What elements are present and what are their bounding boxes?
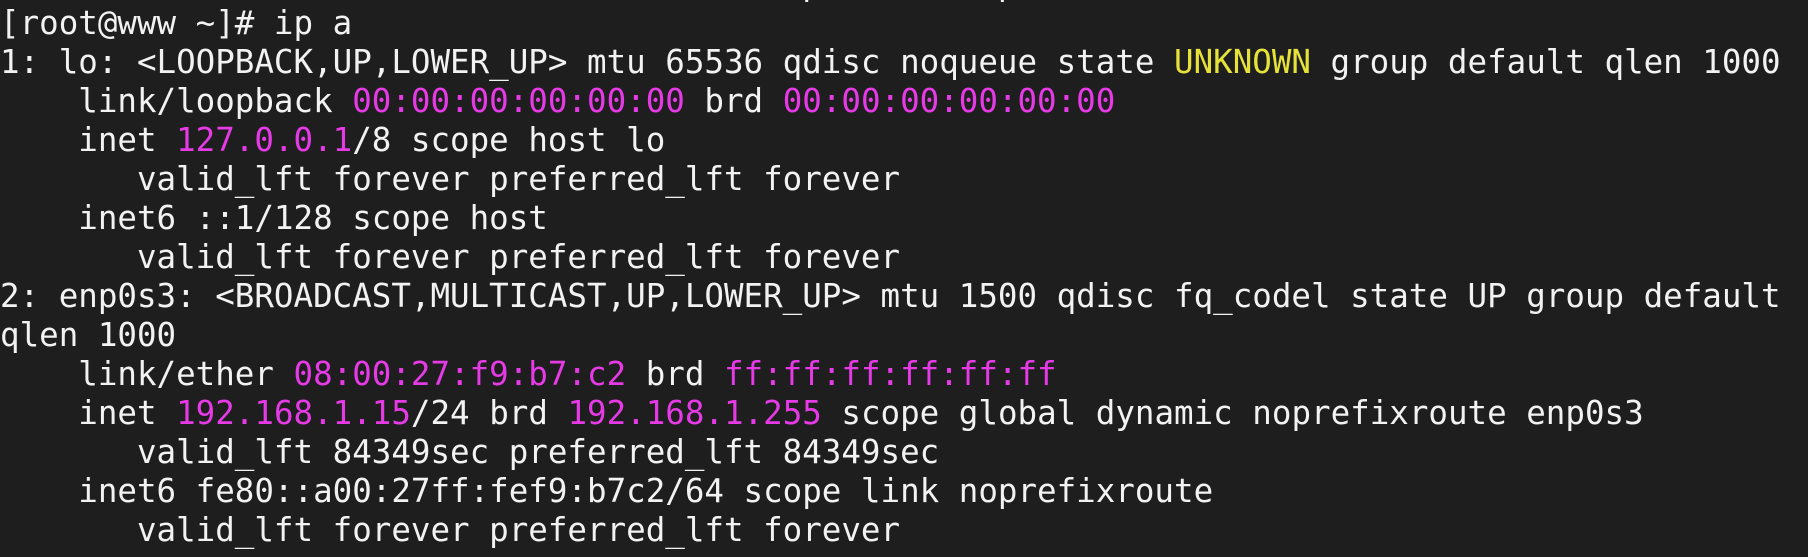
terminal-text-segment: valid_lft forever preferred_lft forever bbox=[0, 238, 901, 276]
terminal-output[interactable]: inet6 fe80::a00:27ff:fef9:b7c2/64 scope … bbox=[0, 0, 1808, 557]
terminal-line-lo-inet-valid: valid_lft forever preferred_lft forever bbox=[0, 160, 1808, 199]
terminal-text-segment: 08:00:27:f9:b7:c2 bbox=[293, 355, 627, 393]
terminal-text-segment: /8 scope host lo bbox=[352, 121, 666, 159]
terminal-line-enp0s3-qlen: qlen 1000 bbox=[0, 316, 1808, 355]
terminal-text-segment: /24 brd bbox=[410, 394, 568, 432]
terminal-text-segment: inet6 ::1/128 scope host bbox=[0, 199, 548, 237]
terminal-line-enp0s3-inet6-valid: valid_lft forever preferred_lft forever bbox=[0, 511, 1808, 550]
terminal-line-lo-link: link/loopback 00:00:00:00:00:00 brd 00:0… bbox=[0, 82, 1808, 121]
terminal-text-segment: inet bbox=[0, 121, 177, 159]
terminal-text-segment: 192.168.1.15 bbox=[176, 394, 411, 432]
terminal-text-segment: 2: enp0s3: <BROADCAST,MULTICAST,UP,LOWER… bbox=[0, 277, 1781, 315]
terminal-text-segment: valid_lft forever preferred_lft forever bbox=[0, 511, 901, 549]
terminal-text-segment: inet6 bbox=[78, 0, 176, 3]
terminal-text-segment: ff:ff:ff:ff:ff:ff bbox=[723, 355, 1057, 393]
terminal-text-segment: 127.0.0.1 bbox=[176, 121, 353, 159]
terminal-line-enp0s3-link: link/ether 08:00:27:f9:b7:c2 brd ff:ff:f… bbox=[0, 355, 1808, 394]
terminal-text-segment: group default qlen 1000 bbox=[1310, 43, 1781, 81]
terminal-text-segment: brd bbox=[626, 355, 724, 393]
terminal-line-enp0s3-inet: inet 192.168.1.15/24 brd 192.168.1.255 s… bbox=[0, 394, 1808, 433]
terminal-line-lo-inet6-valid: valid_lft forever preferred_lft forever bbox=[0, 238, 1808, 277]
terminal-line-lo-inet6: inet6 ::1/128 scope host bbox=[0, 199, 1808, 238]
terminal-text-segment: 192.168.1.255 bbox=[567, 394, 822, 432]
terminal-line-enp0s3-inet6: inet6 fe80::a00:27ff:fef9:b7c2/64 scope … bbox=[0, 472, 1808, 511]
terminal-text-segment: scope global dynamic noprefixroute enp0s… bbox=[821, 394, 1644, 432]
terminal-text-segment: inet bbox=[0, 394, 177, 432]
terminal-line-enp0s3-header: 2: enp0s3: <BROADCAST,MULTICAST,UP,LOWER… bbox=[0, 277, 1808, 316]
terminal-text-segment: [root@www ~]# ip a bbox=[0, 4, 353, 42]
terminal-text-segment: qlen 1000 bbox=[0, 316, 177, 354]
terminal-text-segment: valid_lft 84349sec preferred_lft 84349se… bbox=[0, 433, 940, 471]
terminal-text-segment: brd bbox=[684, 82, 783, 120]
terminal-text-segment: link/ether bbox=[0, 355, 294, 393]
terminal-line-enp0s3-inet-valid: valid_lft 84349sec preferred_lft 84349se… bbox=[0, 433, 1808, 472]
terminal-text-segment: valid_lft forever preferred_lft forever bbox=[0, 160, 901, 198]
terminal-text-segment: link/loopback bbox=[0, 82, 353, 120]
terminal-text-segment: inet6 fe80::a00:27ff:fef9:b7c2/64 scope … bbox=[0, 472, 1214, 510]
terminal-line-lo-inet: inet 127.0.0.1/8 scope host lo bbox=[0, 121, 1808, 160]
terminal-line-prompt-line: [root@www ~]# ip a bbox=[0, 4, 1808, 43]
terminal-line-lo-header: 1: lo: <LOOPBACK,UP,LOWER_UP> mtu 65536 … bbox=[0, 43, 1808, 82]
terminal-text-segment: 00:00:00:00:00:00 bbox=[352, 82, 685, 120]
terminal-text-segment: UNKNOWN bbox=[1174, 43, 1311, 81]
terminal-text-segment: fe80::a00:27ff:fef9:b7c2/64 scope link n… bbox=[176, 0, 1213, 3]
terminal-text-segment: 00:00:00:00:00:00 bbox=[782, 82, 1116, 120]
terminal-text-segment: 1: lo: <LOOPBACK,UP,LOWER_UP> mtu 65536 … bbox=[0, 43, 1174, 81]
